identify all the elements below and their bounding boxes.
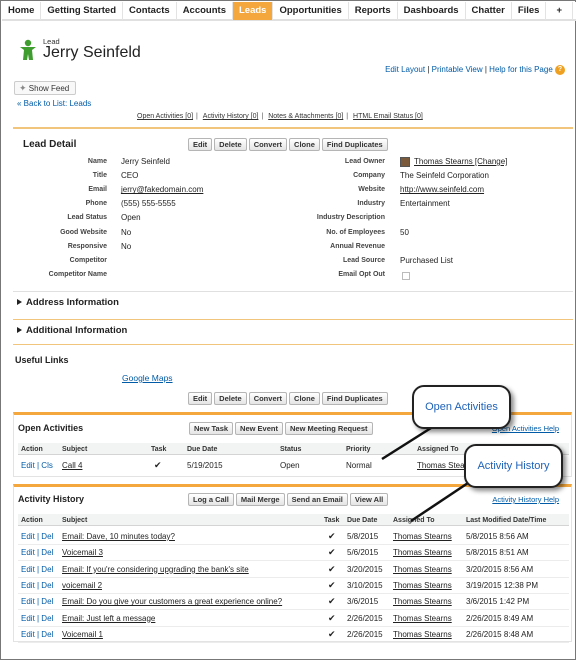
browser-frame: Home Getting Started Contacts Accounts Leads…	[0, 0, 576, 660]
callout-pointers	[381, 426, 472, 523]
open-activities-callout: Open Activities	[412, 385, 511, 429]
activity-history-callout: Activity History	[464, 444, 563, 488]
